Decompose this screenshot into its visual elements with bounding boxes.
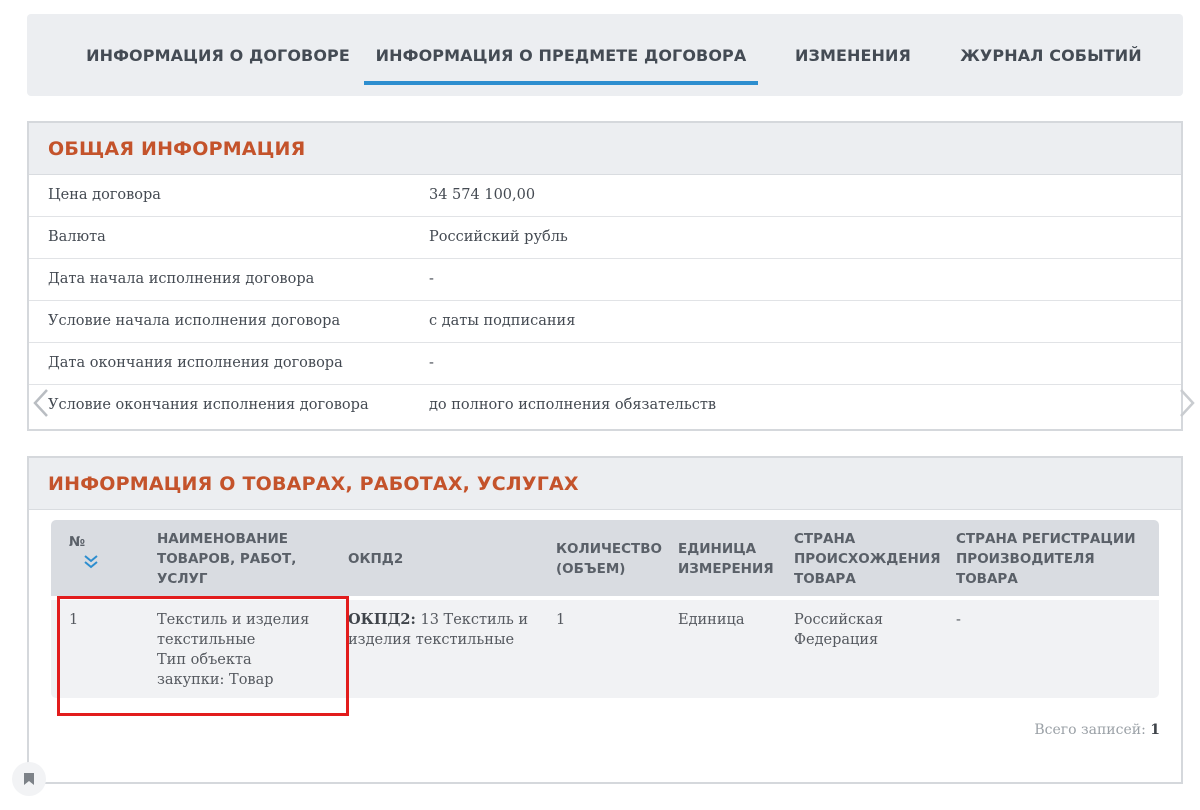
chevron-left-icon[interactable] [32, 388, 50, 418]
column-header-unit: ЕДИНИЦА ИЗМЕРЕНИЯ [678, 541, 774, 577]
cell-num: 1 [69, 612, 79, 628]
cell-okpd: ОКПД2: 13 Текстиль и изделия текстильные [348, 610, 538, 650]
table-header: № НАИМЕНОВАНИЕ ТОВАРОВ, РАБОТ, УСЛУГ ОКП… [51, 520, 1159, 596]
column-header-name: НАИМЕНОВАНИЕ ТОВАРОВ, РАБОТ, УСЛУГ [157, 531, 297, 587]
goods-panel: ИНФОРМАЦИЯ О ТОВАРАХ, РАБОТАХ, УСЛУГАХ №… [27, 456, 1183, 784]
total-value: 1 [1150, 722, 1160, 738]
tab-event-log[interactable]: ЖУРНАЛ СОБЫТИЙ [951, 14, 1151, 96]
tab-contract-info[interactable]: ИНФОРМАЦИЯ О ДОГОВОРЕ [63, 14, 373, 96]
info-row-start-date: Дата начала исполнения договора - [29, 259, 1181, 301]
info-value: с даты подписания [429, 313, 576, 329]
column-header-qty: КОЛИЧЕСТВО (ОБЪЕМ) [556, 541, 663, 577]
cell-qty: 1 [556, 612, 566, 628]
info-label: Условие начала исполнения договора [48, 313, 341, 329]
info-value: - [429, 271, 434, 287]
column-header-label: № [69, 534, 86, 550]
okpd-label: ОКПД2: [348, 611, 416, 628]
info-label: Валюта [48, 229, 106, 245]
info-row-price: Цена договора 34 574 100,00 [29, 175, 1181, 217]
total-label: Всего записей: [1034, 722, 1146, 738]
goods-title: ИНФОРМАЦИЯ О ТОВАРАХ, РАБОТАХ, УСЛУГАХ [48, 472, 579, 495]
item-name: Текстиль и изделия текстильные [157, 612, 310, 648]
general-info-panel: ОБЩАЯ ИНФОРМАЦИЯ Цена договора 34 574 10… [27, 121, 1183, 431]
info-value: до полного исполнения обязательств [429, 397, 717, 413]
tab-changes[interactable]: ИЗМЕНЕНИЯ [779, 14, 927, 96]
chevron-right-icon[interactable] [1178, 388, 1196, 418]
column-header-okpd: ОКПД2 [348, 551, 404, 567]
info-row-currency: Валюта Российский рубль [29, 217, 1181, 259]
table-row[interactable]: 1 Текстиль и изделия текстильные Тип объ… [51, 600, 1159, 698]
bookmark-button[interactable] [12, 762, 46, 796]
tabs-bar: ИНФОРМАЦИЯ О ДОГОВОРЕ ИНФОРМАЦИЯ О ПРЕДМ… [27, 14, 1183, 96]
info-label: Дата начала исполнения договора [48, 271, 315, 287]
bookmark-icon [24, 773, 34, 785]
info-label: Дата окончания исполнения договора [48, 355, 343, 371]
general-info-header: ОБЩАЯ ИНФОРМАЦИЯ [29, 123, 1181, 175]
info-row-start-condition: Условие начала исполнения договора с дат… [29, 301, 1181, 343]
general-info-rows: Цена договора 34 574 100,00 Валюта Росси… [29, 175, 1181, 427]
chevron-double-down-icon[interactable] [83, 554, 99, 570]
tab-contract-subject[interactable]: ИНФОРМАЦИЯ О ПРЕДМЕТЕ ДОГОВОРА [364, 14, 758, 96]
total-records: Всего записей: 1 [1034, 722, 1160, 738]
info-value: - [429, 355, 434, 371]
cell-reg: - [956, 612, 961, 628]
info-label: Цена договора [48, 187, 161, 203]
info-label: Условие окончания исполнения договора [48, 397, 369, 413]
goods-header: ИНФОРМАЦИЯ О ТОВАРАХ, РАБОТАХ, УСЛУГАХ [29, 458, 1181, 510]
column-header-origin: СТРАНА ПРОИСХОЖДЕНИЯ ТОВАРА [794, 531, 941, 587]
info-value: 34 574 100,00 [429, 187, 536, 203]
info-row-end-date: Дата окончания исполнения договора - [29, 343, 1181, 385]
cell-origin: Российская Федерация [794, 612, 884, 648]
item-type: Тип объекта закупки: Товар [157, 652, 274, 688]
column-header-num[interactable]: № [69, 532, 99, 570]
info-row-end-condition: Условие окончания исполнения договора до… [29, 385, 1181, 427]
column-header-reg: СТРАНА РЕГИСТРАЦИИ ПРОИЗВОДИТЕЛЯ ТОВАРА [956, 531, 1136, 587]
general-info-title: ОБЩАЯ ИНФОРМАЦИЯ [48, 137, 306, 160]
info-value: Российский рубль [429, 229, 568, 245]
goods-table: № НАИМЕНОВАНИЕ ТОВАРОВ, РАБОТ, УСЛУГ ОКП… [51, 520, 1159, 698]
cell-name: Текстиль и изделия текстильные Тип объек… [157, 610, 327, 690]
cell-unit: Единица [678, 612, 745, 628]
